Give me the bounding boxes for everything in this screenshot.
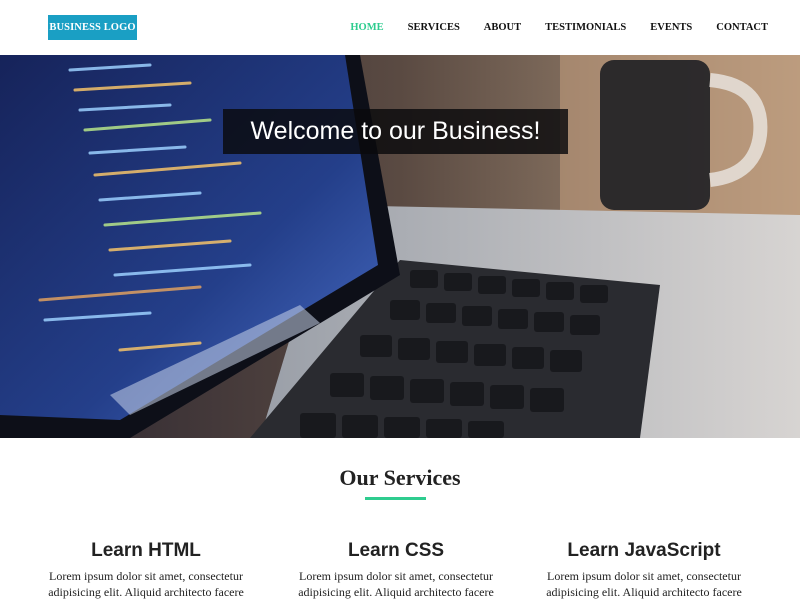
service-description: Lorem ipsum dolor sit amet, consectetur … <box>546 569 742 599</box>
site-header: BUSINESS LOGO HOME SERVICES ABOUT TESTIM… <box>0 0 800 55</box>
services-heading: Our Services <box>339 465 461 490</box>
services-section: Our Services Learn HTML Lorem ipsum dolo… <box>0 438 800 600</box>
hero-banner: Welcome to our Business! <box>0 55 800 438</box>
nav-item-testimonials[interactable]: TESTIMONIALS <box>545 22 626 33</box>
service-card-html: Learn HTML Lorem ipsum dolor sit amet, c… <box>26 540 266 600</box>
nav-item-services[interactable]: SERVICES <box>408 22 460 33</box>
service-description: Lorem ipsum dolor sit amet, consectetur … <box>48 569 244 599</box>
service-card-css: Learn CSS Lorem ipsum dolor sit amet, co… <box>276 540 516 600</box>
service-title: Learn HTML <box>91 540 201 561</box>
nav-item-home[interactable]: HOME <box>350 22 383 33</box>
nav-item-about[interactable]: ABOUT <box>484 22 521 33</box>
nav-item-contact[interactable]: CONTACT <box>716 22 768 33</box>
service-title: Learn CSS <box>347 540 445 561</box>
business-logo[interactable]: BUSINESS LOGO <box>48 15 137 40</box>
hero-title-box: Welcome to our Business! <box>223 109 568 154</box>
hero-title: Welcome to our Business! <box>250 117 541 145</box>
nav-item-events[interactable]: EVENTS <box>650 22 692 33</box>
service-title: Learn JavaScript <box>567 540 721 561</box>
service-description: Lorem ipsum dolor sit amet, consectetur … <box>298 569 494 599</box>
main-nav: HOME SERVICES ABOUT TESTIMONIALS EVENTS … <box>326 0 768 55</box>
service-card-javascript: Learn JavaScript Lorem ipsum dolor sit a… <box>524 540 764 600</box>
services-heading-underline <box>365 497 426 500</box>
